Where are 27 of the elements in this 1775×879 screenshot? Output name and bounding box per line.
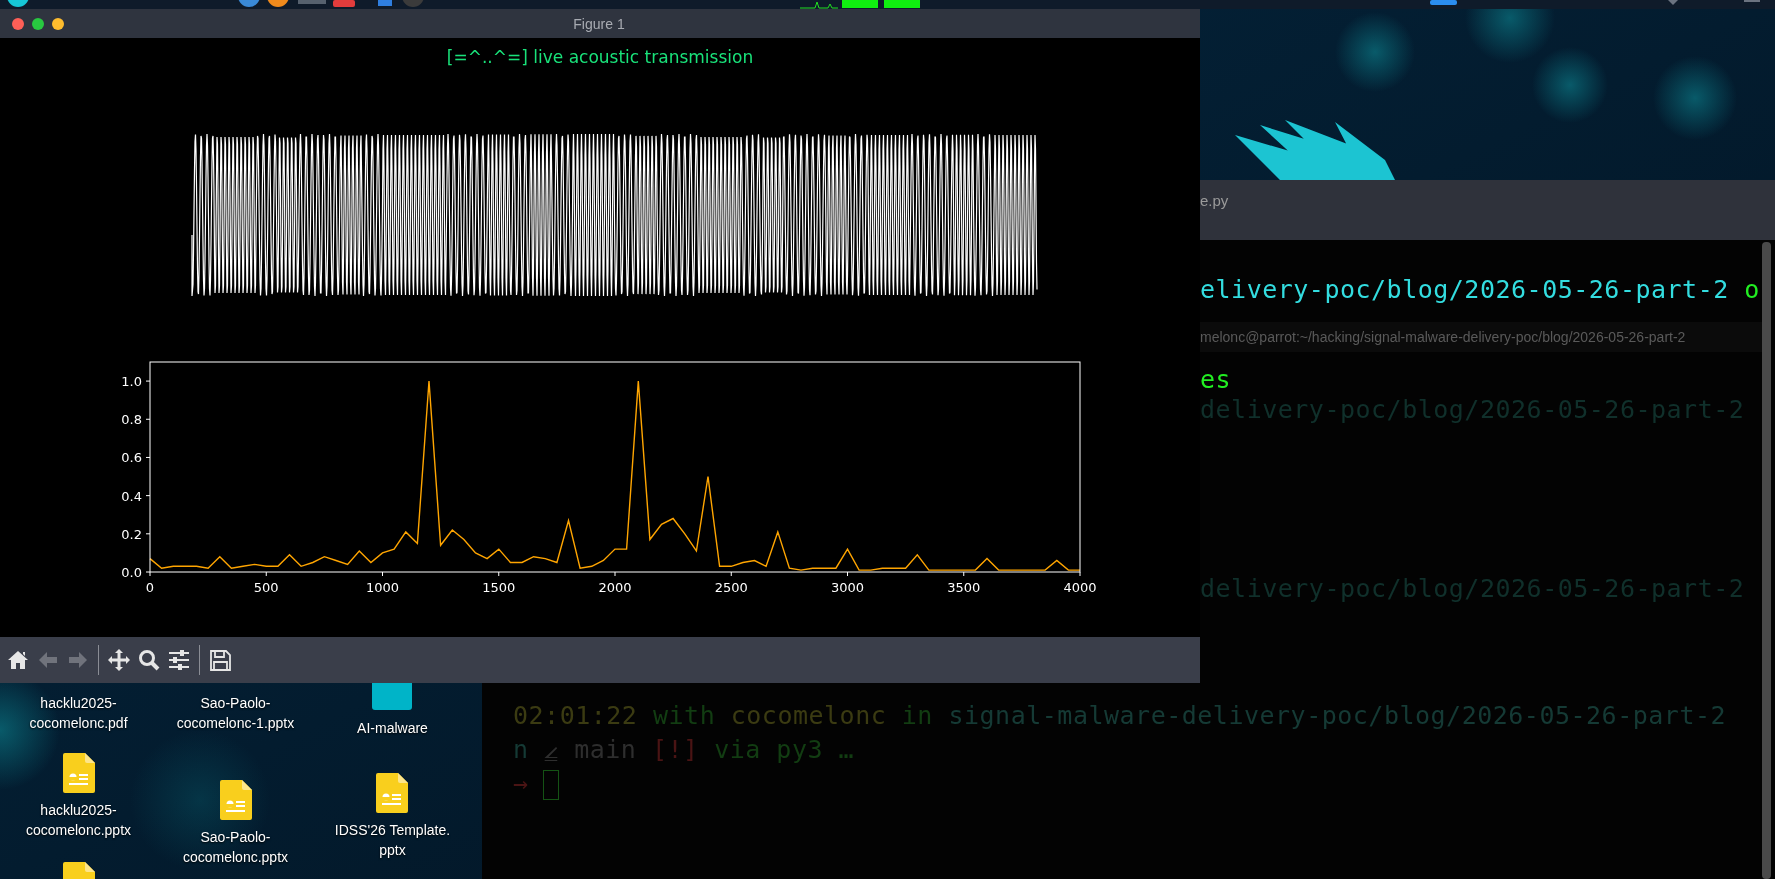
tick-label: 3000 bbox=[830, 580, 865, 595]
tick-label: 0 bbox=[145, 580, 155, 595]
file-label[interactable]: hacklu2025- cocomelonc.pptx bbox=[25, 800, 132, 840]
tick-label: 0.8 bbox=[121, 412, 142, 428]
tick-label: 1000 bbox=[365, 580, 400, 595]
tab-title[interactable]: e.py bbox=[1200, 192, 1229, 209]
file-label[interactable]: hacklu2025- cocomelonc.pdf bbox=[29, 693, 128, 733]
file-label[interactable]: Sao-Paolo- cocomelonc-1.pptx bbox=[176, 693, 295, 733]
tick-label: 0.6 bbox=[121, 450, 142, 466]
tick-label: 1500 bbox=[482, 580, 516, 595]
file-label[interactable]: AI-malware bbox=[357, 718, 428, 738]
terminal-line: es bbox=[1200, 365, 1232, 394]
window-title: Figure 1 bbox=[573, 15, 625, 32]
tick-label: 0.4 bbox=[121, 488, 142, 504]
tick-label: 500 bbox=[253, 580, 279, 595]
prompt-arrow: → bbox=[513, 769, 529, 798]
tick-label: 1.0 bbox=[121, 374, 142, 390]
tick-label: 2500 bbox=[714, 580, 748, 595]
tick-label: 0.0 bbox=[121, 565, 142, 580]
tick-label: 0.2 bbox=[121, 526, 142, 542]
file-label[interactable]: IDSS'26 Template. pptx bbox=[334, 820, 451, 860]
file-label[interactable]: Sao-Paolo- cocomelonc.pptx bbox=[182, 827, 289, 867]
tick-label: 2000 bbox=[598, 580, 632, 595]
terminal-line: elivery-poc/blog/2026-05-26-part-2 o bbox=[1200, 275, 1760, 304]
plot-title: [=^..^=] live acoustic transmission bbox=[446, 47, 754, 67]
tick-label: 4000 bbox=[1063, 580, 1097, 595]
tick-label: 3500 bbox=[947, 580, 981, 595]
